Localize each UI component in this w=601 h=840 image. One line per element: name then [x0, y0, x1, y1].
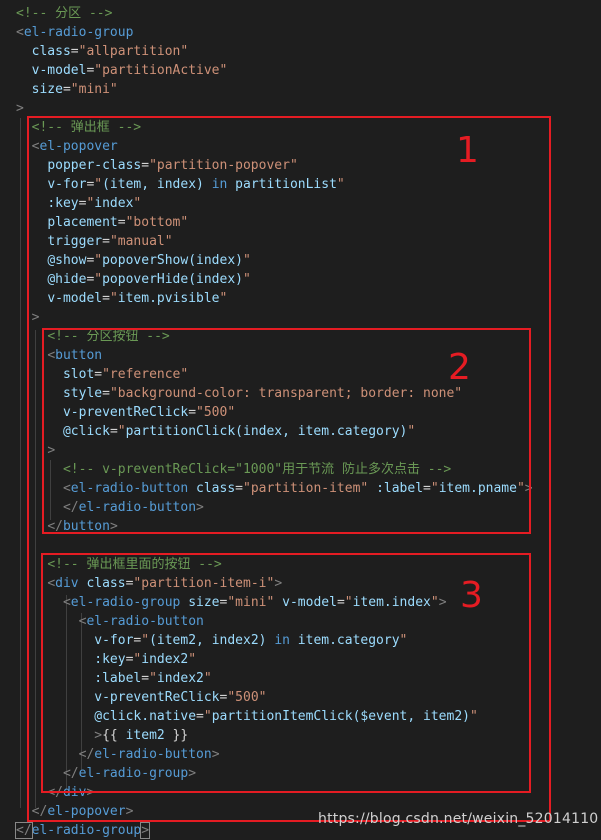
annotation-box-3 — [41, 553, 531, 793]
code-token: </ — [15, 822, 33, 839]
code-line: <!-- 分区 --> — [16, 4, 112, 23]
code-token: "allpartition" — [78, 44, 189, 59]
code-line: v-model="partitionActive" — [16, 61, 228, 80]
code-token: size — [31, 82, 63, 97]
code-token: = — [62, 82, 71, 97]
watermark: https://blog.csdn.net/weixin_52014110 — [318, 811, 599, 827]
annotation-number-3: 3 — [460, 575, 483, 616]
code-token: el-radio-group — [31, 823, 142, 838]
code-token: el-radio-group — [23, 25, 134, 40]
code-token: > — [140, 822, 151, 839]
code-token: v-model — [31, 63, 87, 78]
code-token: = — [70, 44, 79, 59]
code-token: > — [16, 101, 24, 116]
code-token: <!-- 分区 --> — [16, 6, 113, 21]
code-token: class — [31, 44, 71, 59]
code-line: class="allpartition" — [16, 42, 189, 61]
code-line: > — [16, 99, 24, 118]
code-token: "partitionActive" — [94, 63, 228, 78]
code-line: </el-radio-group> — [15, 821, 151, 840]
code-line: <el-radio-group — [16, 23, 133, 42]
code-token: "mini" — [70, 82, 118, 97]
annotation-number-2: 2 — [448, 347, 471, 388]
code-line: size="mini" — [16, 80, 118, 99]
code-token: < — [16, 25, 24, 40]
annotation-number-1: 1 — [456, 130, 479, 171]
